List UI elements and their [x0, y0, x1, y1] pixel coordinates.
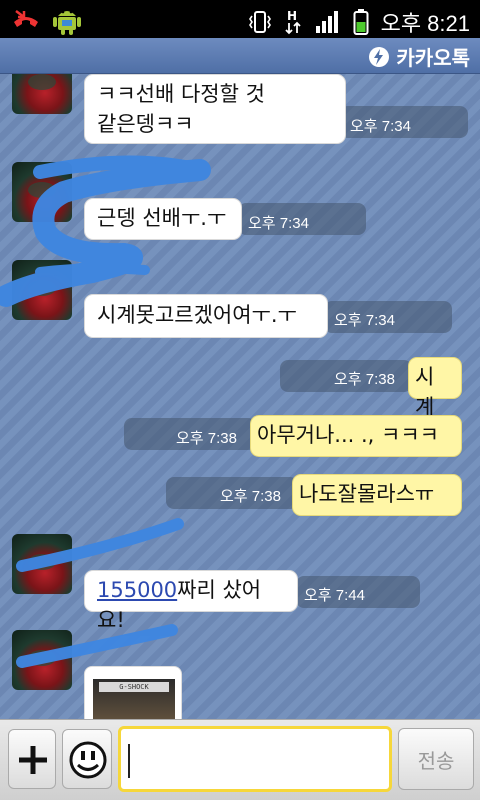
message-input-bar: 전송 [0, 719, 480, 800]
message-bubble-outgoing[interactable]: 시계 [408, 357, 462, 419]
avatar[interactable] [12, 74, 72, 114]
message-text-line: 같은뎅ㅋㅋ [97, 112, 194, 136]
message-time: 오후 7:34 [350, 118, 411, 135]
message-input[interactable] [118, 726, 392, 792]
message-time: 오후 7:44 [304, 587, 365, 604]
message-text: 시계 [415, 365, 435, 419]
smiley-icon [69, 741, 107, 779]
vibrate-icon [248, 11, 271, 33]
status-bar: H 오후 8:21 [0, 0, 480, 38]
photo-content: G-SHOCK [93, 679, 175, 719]
chat-message-list[interactable]: ㅋㅋ선배 다정할 것 같은뎅ㅋㅋ 오후 7:34 근뎅 선배ㅜ.ㅜ 오후 7:3… [0, 74, 480, 719]
message-time: 오후 7:38 [176, 430, 237, 447]
plus-icon [19, 746, 47, 774]
message-link[interactable]: 155000 [97, 578, 177, 602]
emoticon-button[interactable] [62, 729, 112, 789]
redaction-scribble [0, 155, 211, 668]
message-time: 오후 7:38 [220, 488, 281, 505]
message-text: 시계못고르겠어여ㅜ.ㅜ [97, 303, 297, 327]
brand-name: 카카오톡 [396, 48, 470, 70]
message-time: 오후 7:34 [334, 312, 395, 329]
message-bubble-incoming[interactable]: 시계못고르겠어여ㅜ.ㅜ [84, 294, 328, 338]
message-bubble-incoming[interactable]: ㅋㅋ선배 다정할 것 같은뎅ㅋㅋ [84, 74, 346, 144]
svg-text:H: H [287, 9, 297, 23]
message-bubble-incoming[interactable]: 155000짜리 샀어요! [84, 570, 298, 632]
message-bubble-outgoing[interactable]: 나도잘몰라스ㅠ [292, 474, 462, 516]
avatar[interactable] [12, 630, 72, 690]
message-text: 아무거나... ., ㅋㅋㅋ [257, 423, 439, 447]
hspa-data-icon: H [284, 9, 301, 35]
text-caret [128, 744, 130, 778]
battery-icon [353, 9, 369, 35]
app-header: 카카오톡 [0, 38, 480, 74]
message-text: 근뎅 선배ㅜ.ㅜ [97, 206, 227, 230]
message-time: 오후 7:38 [334, 371, 395, 388]
avatar[interactable] [12, 162, 72, 222]
message-text: 나도잘몰라스ㅠ [299, 482, 435, 506]
photo-sign-text: G-SHOCK [99, 682, 169, 692]
message-text-line: ㅋㅋ선배 다정할 것 [97, 82, 265, 106]
send-label: 전송 [417, 748, 455, 773]
attach-button[interactable] [8, 729, 56, 789]
image-message-thumbnail[interactable]: G-SHOCK [84, 666, 182, 719]
message-bubble-incoming[interactable]: 근뎅 선배ㅜ.ㅜ [84, 198, 242, 240]
brand: 카카오톡 [368, 42, 470, 71]
android-icon [53, 10, 81, 35]
kakaotalk-bolt-icon [369, 46, 390, 67]
signal-icon [315, 11, 338, 33]
message-time: 오후 7:34 [248, 215, 309, 232]
status-time: 오후 8:21 [380, 11, 470, 36]
avatar[interactable] [12, 534, 72, 594]
missed-call-icon [14, 10, 38, 27]
avatar[interactable] [12, 260, 72, 320]
message-bubble-outgoing[interactable]: 아무거나... ., ㅋㅋㅋ [250, 415, 462, 457]
send-button[interactable]: 전송 [398, 728, 474, 790]
